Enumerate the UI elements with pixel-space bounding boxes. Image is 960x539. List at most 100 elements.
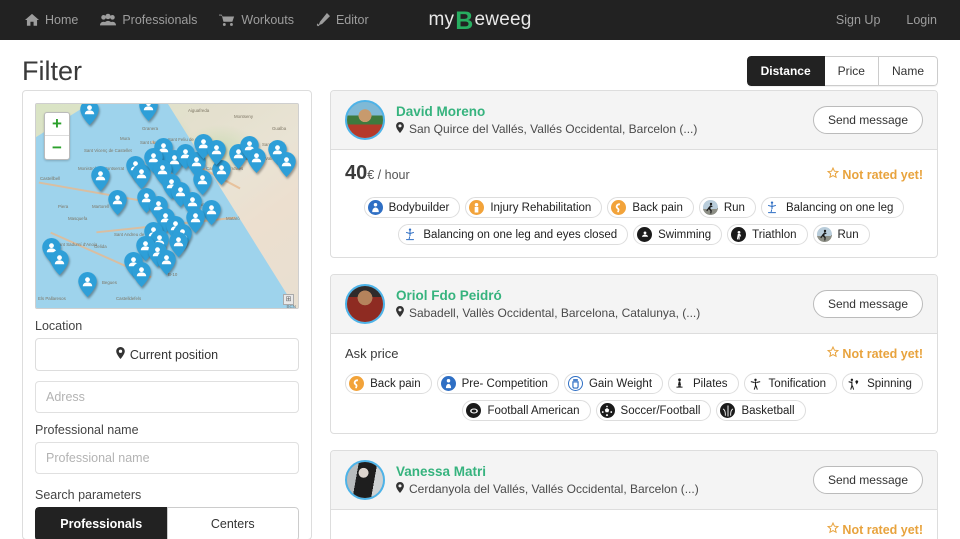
balance-eyes-closed-icon: [402, 227, 418, 242]
rating-text: Not rated yet!: [842, 346, 923, 361]
specialty-tag[interactable]: Basketball: [716, 400, 806, 421]
specialty-tag-label: Football American: [487, 404, 580, 417]
specialty-tag[interactable]: Bodybuilder: [363, 197, 461, 218]
top-navbar: Home Professionals Workouts Editor my B …: [0, 0, 960, 40]
avatar[interactable]: [345, 460, 385, 500]
pre-competition-icon: [440, 376, 456, 391]
specialty-tag[interactable]: Back pain: [607, 197, 694, 218]
professional-card-body: Ask price Not rated yet! Back pain Pre- Com…: [331, 334, 937, 433]
home-icon: [25, 13, 39, 27]
avatar[interactable]: [345, 284, 385, 324]
professional-location: San Quirce del Vallés, Vallés Occidental…: [396, 122, 802, 136]
specialty-tag[interactable]: Balancing on one leg and eyes closed: [398, 224, 629, 245]
search-type-centers-button[interactable]: Centers: [166, 507, 299, 539]
specialty-tag[interactable]: Triathlon: [727, 224, 808, 245]
spinning-icon: [846, 376, 862, 391]
professional-name-input[interactable]: [35, 442, 299, 474]
map-pin-person-icon[interactable]: [108, 190, 127, 215]
map-pin-person-icon[interactable]: [193, 170, 212, 195]
professional-location: Sabadell, Vallès Occidental, Barcelona, …: [396, 306, 802, 320]
results-list: David Moreno San Quirce del Vallés, Vallé…: [330, 90, 938, 539]
nav-link-signup[interactable]: Sign Up: [823, 0, 893, 40]
swimming-icon: [637, 227, 653, 242]
map-pin-person-icon[interactable]: [277, 152, 296, 177]
current-position-button[interactable]: Current position: [35, 338, 299, 371]
bodybuilder-icon: [367, 200, 383, 215]
location-map[interactable]: Aiguafreda Montseny Gualba Sant Celoni G…: [35, 103, 299, 309]
map-label: Castellbell: [40, 176, 61, 181]
specialty-tag[interactable]: Run: [698, 197, 756, 218]
send-message-button[interactable]: Send message: [812, 466, 923, 494]
run-photo-icon: [816, 227, 832, 242]
page-container: Filter Distance Price Name Aiguafreda Mo…: [0, 40, 960, 539]
map-zoom-out-button[interactable]: −: [45, 136, 69, 159]
specialty-tag[interactable]: Swimming: [633, 224, 723, 245]
specialty-tag[interactable]: Tonification: [743, 373, 838, 394]
map-label: Aiguafreda: [188, 108, 210, 113]
specialty-tag[interactable]: Run: [812, 224, 870, 245]
sort-button-price[interactable]: Price: [824, 56, 879, 86]
specialty-tag-label: Pre- Competition: [461, 377, 548, 390]
specialty-tag[interactable]: Back pain: [345, 373, 432, 394]
map-label: Piera: [58, 204, 69, 209]
specialty-tag-label: Balancing on one leg: [785, 201, 894, 214]
navbar-right-links: Sign Up Login: [823, 0, 950, 40]
avatar[interactable]: [345, 100, 385, 140]
specialty-tag[interactable]: Spinning: [842, 373, 923, 394]
professional-name[interactable]: David Moreno: [396, 104, 802, 119]
professional-name-label: Professional name: [35, 423, 139, 437]
specialty-tag-label: Pilates: [693, 377, 728, 390]
brand-logo[interactable]: my Beweeg: [429, 0, 532, 40]
professional-identity: Oriol Fdo Peidró Sabadell, Vallès Occiden…: [396, 288, 802, 320]
map-pin-icon: [396, 482, 404, 496]
map-pin-person-icon[interactable]: [50, 250, 69, 275]
map-pin-icon: [396, 306, 404, 320]
map-pin-icon: [396, 122, 404, 136]
professional-name[interactable]: Oriol Fdo Peidró: [396, 288, 802, 303]
tag-list: Back pain Pre- Competition Gain Weight Pila…: [345, 373, 923, 421]
nav-link-professionals[interactable]: Professionals: [89, 0, 208, 40]
map-pin-person-icon[interactable]: [132, 262, 151, 287]
specialty-tag[interactable]: Pre- Competition: [436, 373, 559, 394]
map-pin-person-icon[interactable]: [80, 104, 99, 125]
price-rating-row: 40€ / hour Not rated yet!: [345, 162, 923, 185]
price-rating-row: Ask price Not rated yet!: [345, 345, 923, 361]
map-pin-person-icon[interactable]: [169, 232, 188, 257]
nav-link-editor[interactable]: Editor: [305, 0, 380, 40]
send-message-button[interactable]: Send message: [812, 106, 923, 134]
map-label: Masquefa: [68, 216, 88, 221]
specialty-tag-label: Swimming: [658, 228, 712, 241]
map-pin-person-icon[interactable]: [247, 148, 266, 173]
send-message-button[interactable]: Send message: [812, 290, 923, 318]
brand-suffix: eweeg: [474, 9, 532, 30]
map-pin-person-icon[interactable]: [186, 208, 205, 233]
professional-location-text: Sabadell, Vallès Occidental, Barcelona, …: [409, 306, 701, 320]
specialty-tag[interactable]: Soccer/Football: [595, 400, 712, 421]
specialty-tag[interactable]: Pilates: [668, 373, 739, 394]
nav-link-login[interactable]: Login: [893, 0, 950, 40]
specialty-tag[interactable]: Balancing on one leg: [760, 197, 905, 218]
professional-name[interactable]: Vanessa Matri: [396, 464, 802, 479]
price-rating-row: Not rated yet!: [345, 521, 923, 537]
nav-link-workouts[interactable]: Workouts: [208, 0, 305, 40]
specialty-tag[interactable]: Football American: [462, 400, 591, 421]
map-pin-person-icon[interactable]: [207, 140, 226, 165]
map-label: Begues: [102, 280, 117, 285]
address-input[interactable]: [35, 381, 299, 413]
map-pin-person-icon[interactable]: [91, 166, 110, 191]
professional-card-body: 40€ / hour Not rated yet! Bodybuilder Injur…: [331, 150, 937, 257]
specialty-tag[interactable]: Gain Weight: [563, 373, 664, 394]
map-pin-person-icon[interactable]: [78, 272, 97, 297]
specialty-tag[interactable]: Injury Rehabilitation: [465, 197, 603, 218]
map-zoom-in-button[interactable]: +: [45, 113, 69, 136]
sort-button-distance[interactable]: Distance: [746, 56, 825, 86]
rating-badge: Not rated yet!: [827, 345, 923, 361]
price-unit: € / hour: [367, 168, 410, 182]
map-label: Sant Sadurní d'Anoia: [56, 242, 98, 247]
search-type-professionals-button[interactable]: Professionals: [35, 507, 167, 539]
football-american-icon: [466, 403, 482, 418]
map-label: Mura: [120, 136, 131, 141]
sort-button-name[interactable]: Name: [878, 56, 938, 86]
map-pin-person-icon[interactable]: [139, 104, 158, 121]
nav-link-home[interactable]: Home: [14, 0, 89, 40]
